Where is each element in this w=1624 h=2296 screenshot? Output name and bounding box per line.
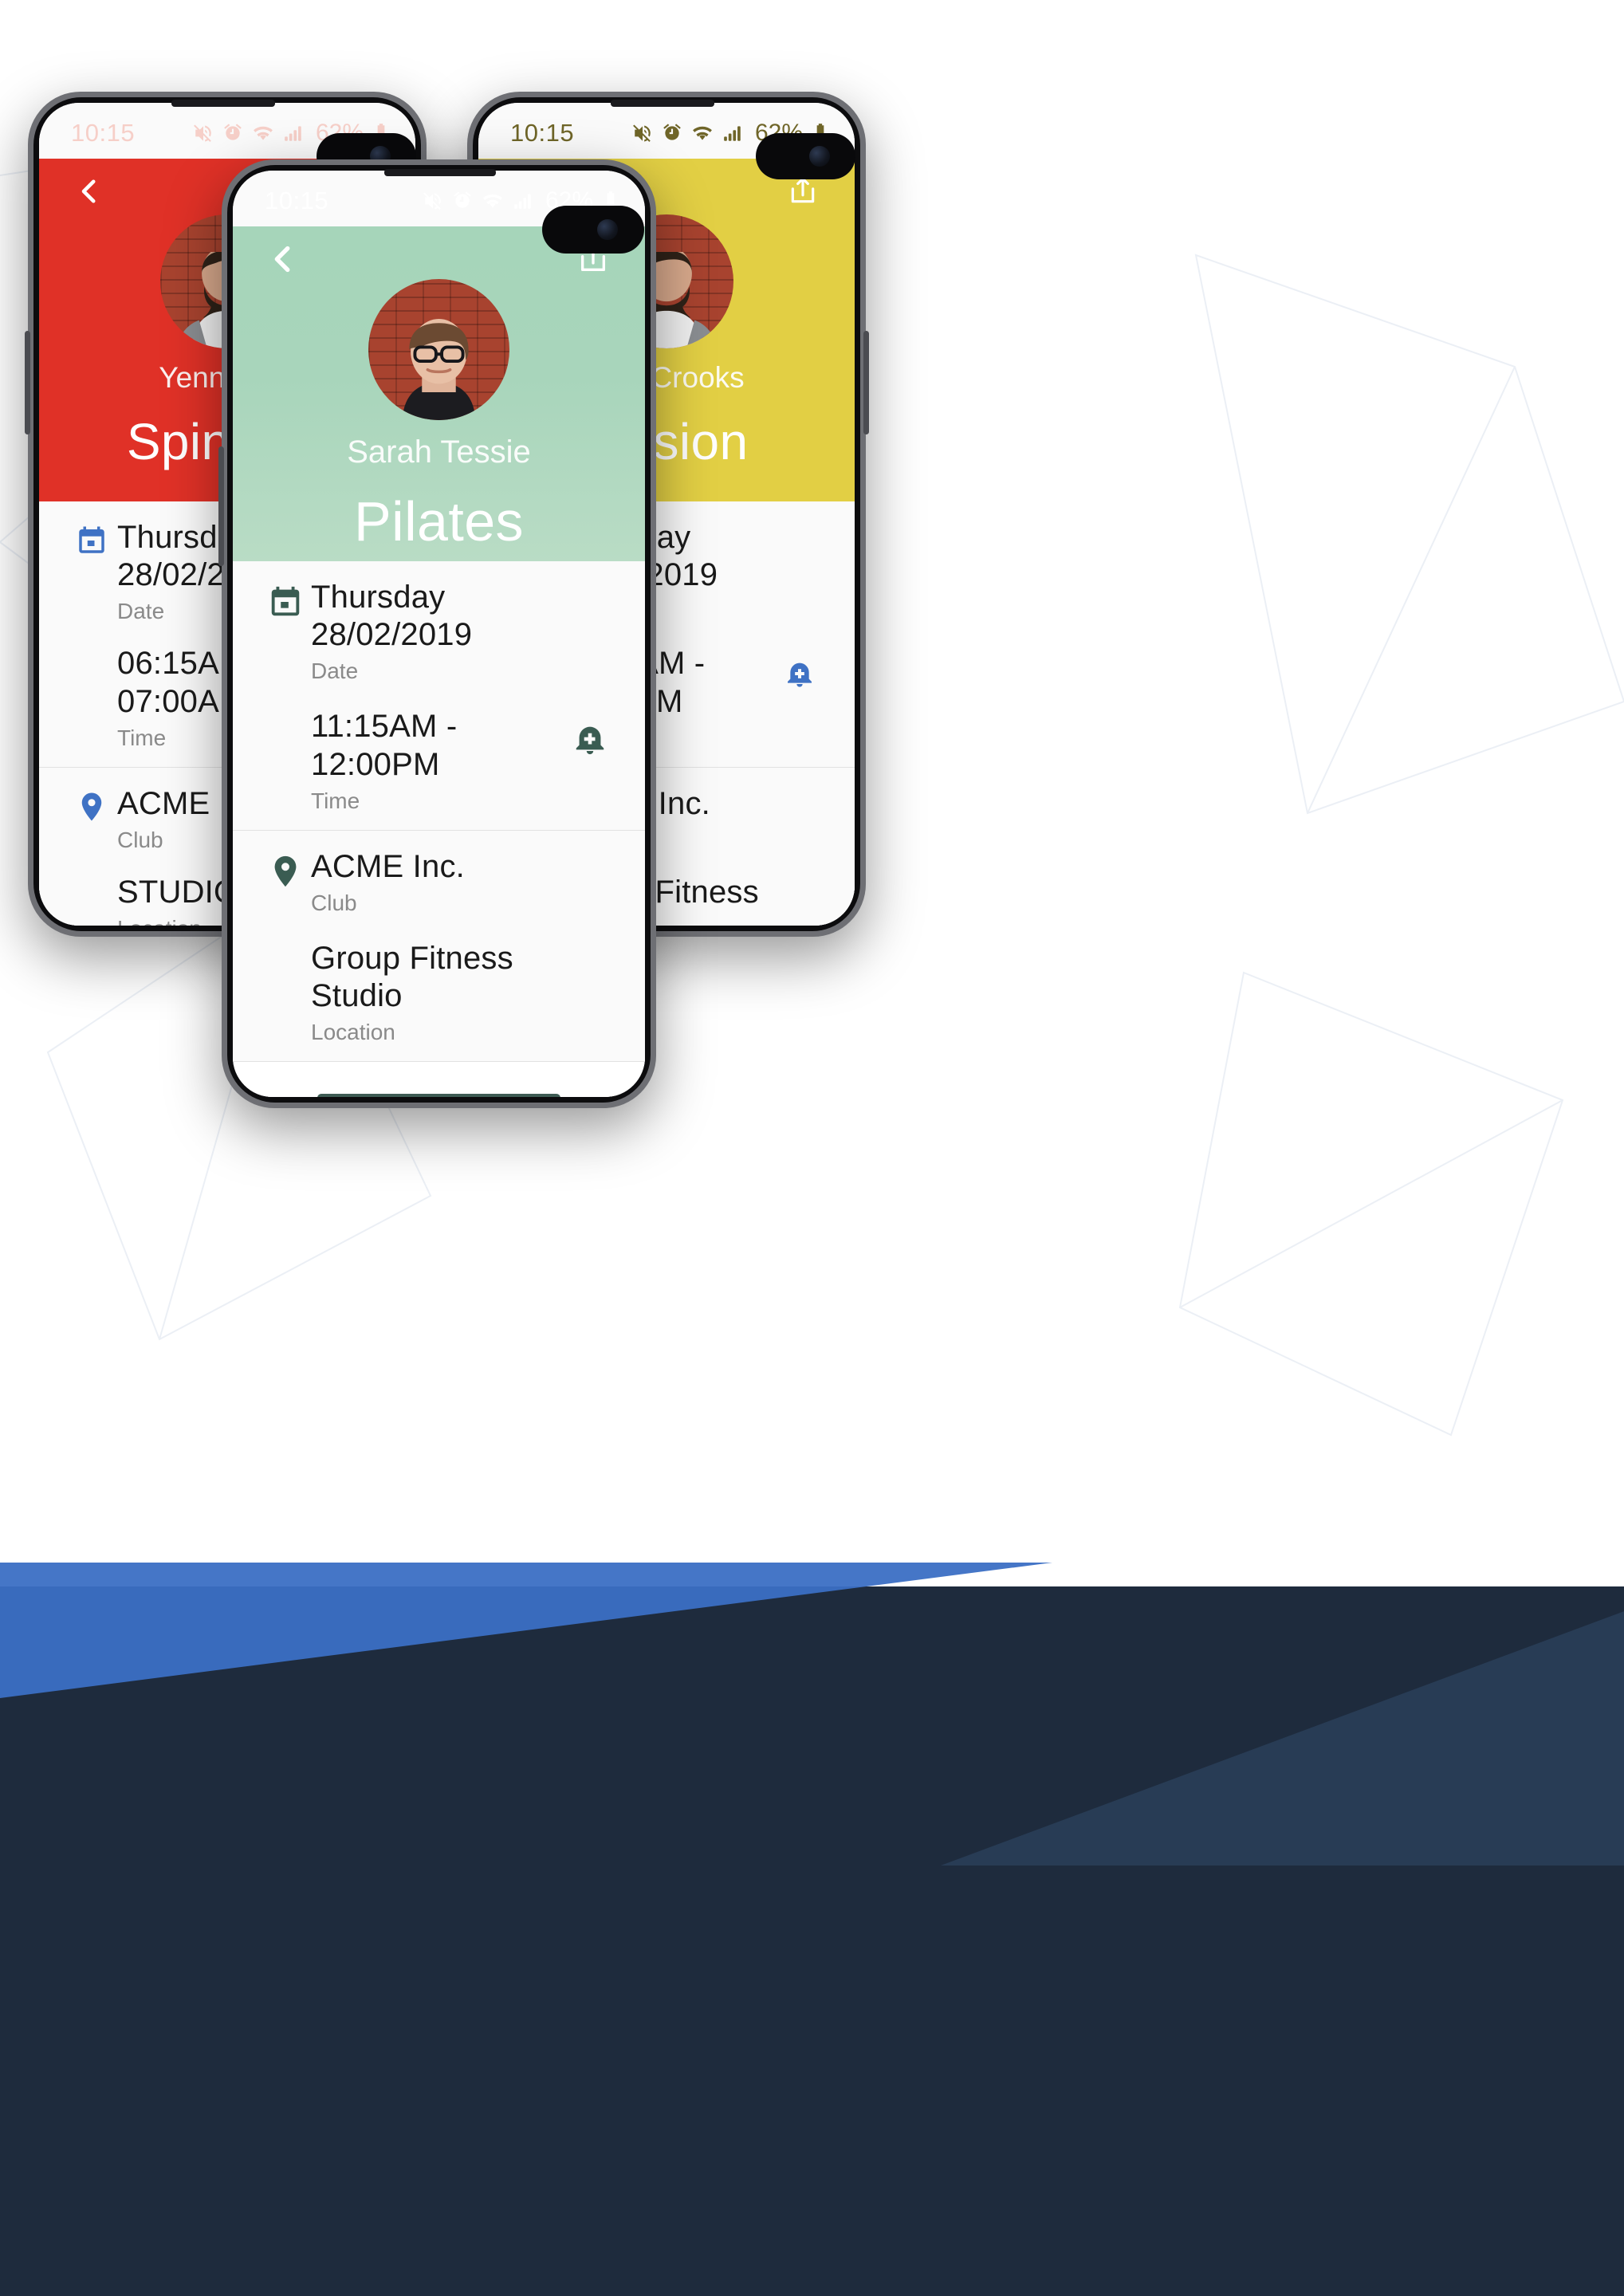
status-time: 10:15 — [265, 187, 329, 214]
front-camera-right — [756, 133, 855, 179]
volume-button[interactable] — [218, 446, 224, 566]
detail-row-club: ACME Inc. Club — [233, 831, 645, 932]
back-button[interactable] — [61, 163, 117, 219]
detail-value-time: 11:15AM - 12:00PM — [311, 709, 458, 782]
detail-label-date: Date — [311, 659, 359, 684]
calendar-icon — [260, 579, 311, 620]
detail-row-date: Thursday 28/02/2019 Date — [233, 561, 645, 700]
signal-icon — [724, 126, 741, 141]
background-accent-wedge — [0, 1563, 1052, 1698]
detail-group-datetime: Thursday 28/02/2019 Date 11:15AM - 12:00… — [233, 561, 645, 830]
status-time: 10:15 — [71, 119, 136, 147]
chevron-left-icon — [81, 179, 96, 203]
detail-row-time: 11:15AM - 12:00PM Time — [233, 700, 645, 829]
reminder-button[interactable] — [562, 708, 618, 757]
volume-button[interactable] — [25, 331, 30, 434]
volume-button[interactable] — [863, 331, 869, 434]
class-description-center: Our mat-based Pilates classes focus on i… — [233, 1062, 645, 1083]
location-pin-icon — [66, 785, 117, 824]
share-icon — [791, 177, 815, 203]
chevron-left-icon — [274, 246, 290, 273]
mute-icon — [633, 124, 651, 142]
trainer-name: Sarah Tessie — [347, 434, 531, 470]
mute-icon — [194, 124, 211, 142]
detail-label-time: Time — [311, 788, 360, 813]
book-class-button[interactable]: Book Class — [317, 1094, 560, 1097]
status-time: 10:15 — [510, 119, 575, 147]
detail-value-location: Group Fitness Studio — [311, 940, 513, 1014]
class-title: Pilates — [354, 490, 524, 552]
alarm-icon — [224, 124, 242, 140]
mute-icon — [423, 192, 441, 210]
signal-icon — [285, 126, 301, 141]
detail-value-date: Thursday 28/02/2019 — [311, 580, 473, 653]
front-camera-center — [542, 206, 644, 254]
detail-label-club: Club — [311, 890, 357, 915]
earpiece-center — [384, 169, 496, 176]
class-details-center: Thursday 28/02/2019 Date 11:15AM - 12:00… — [233, 561, 645, 1063]
reminder-button[interactable] — [772, 645, 828, 690]
bell-plus-icon — [576, 727, 604, 755]
alarm-icon — [454, 191, 471, 208]
detail-group-place: ACME Inc. Club Group Fitness Studio Loca… — [233, 830, 645, 1062]
cta-container: Book Class — [233, 1083, 645, 1097]
detail-label-location: Location — [311, 1020, 395, 1045]
background-polygon — [941, 1610, 1624, 1866]
back-button[interactable] — [255, 231, 311, 287]
location-pin-icon — [260, 848, 311, 890]
calendar-icon — [66, 519, 117, 557]
phone-device-center: 10:15 62% Sarah Tessie Pilates Thursday … — [218, 159, 656, 1108]
hero-header-center: Sarah Tessie Pilates — [233, 226, 645, 561]
phone-screen-center: 10:15 62% Sarah Tessie Pilates Thursday … — [233, 171, 645, 1097]
alarm-icon — [663, 124, 681, 140]
detail-value-club: ACME Inc. — [311, 848, 465, 884]
app-screen-center: 10:15 62% Sarah Tessie Pilates Thursday … — [233, 171, 645, 1097]
wifi-icon — [693, 126, 712, 140]
earpiece-left — [171, 100, 275, 107]
bell-plus-icon — [788, 663, 812, 688]
detail-row-location: Group Fitness Studio Location — [233, 932, 645, 1061]
signal-icon — [514, 194, 531, 209]
wifi-icon — [483, 194, 502, 208]
wifi-icon — [254, 126, 273, 140]
earpiece-right — [611, 100, 714, 107]
trainer-photo — [402, 318, 476, 420]
trainer-avatar — [368, 279, 509, 420]
